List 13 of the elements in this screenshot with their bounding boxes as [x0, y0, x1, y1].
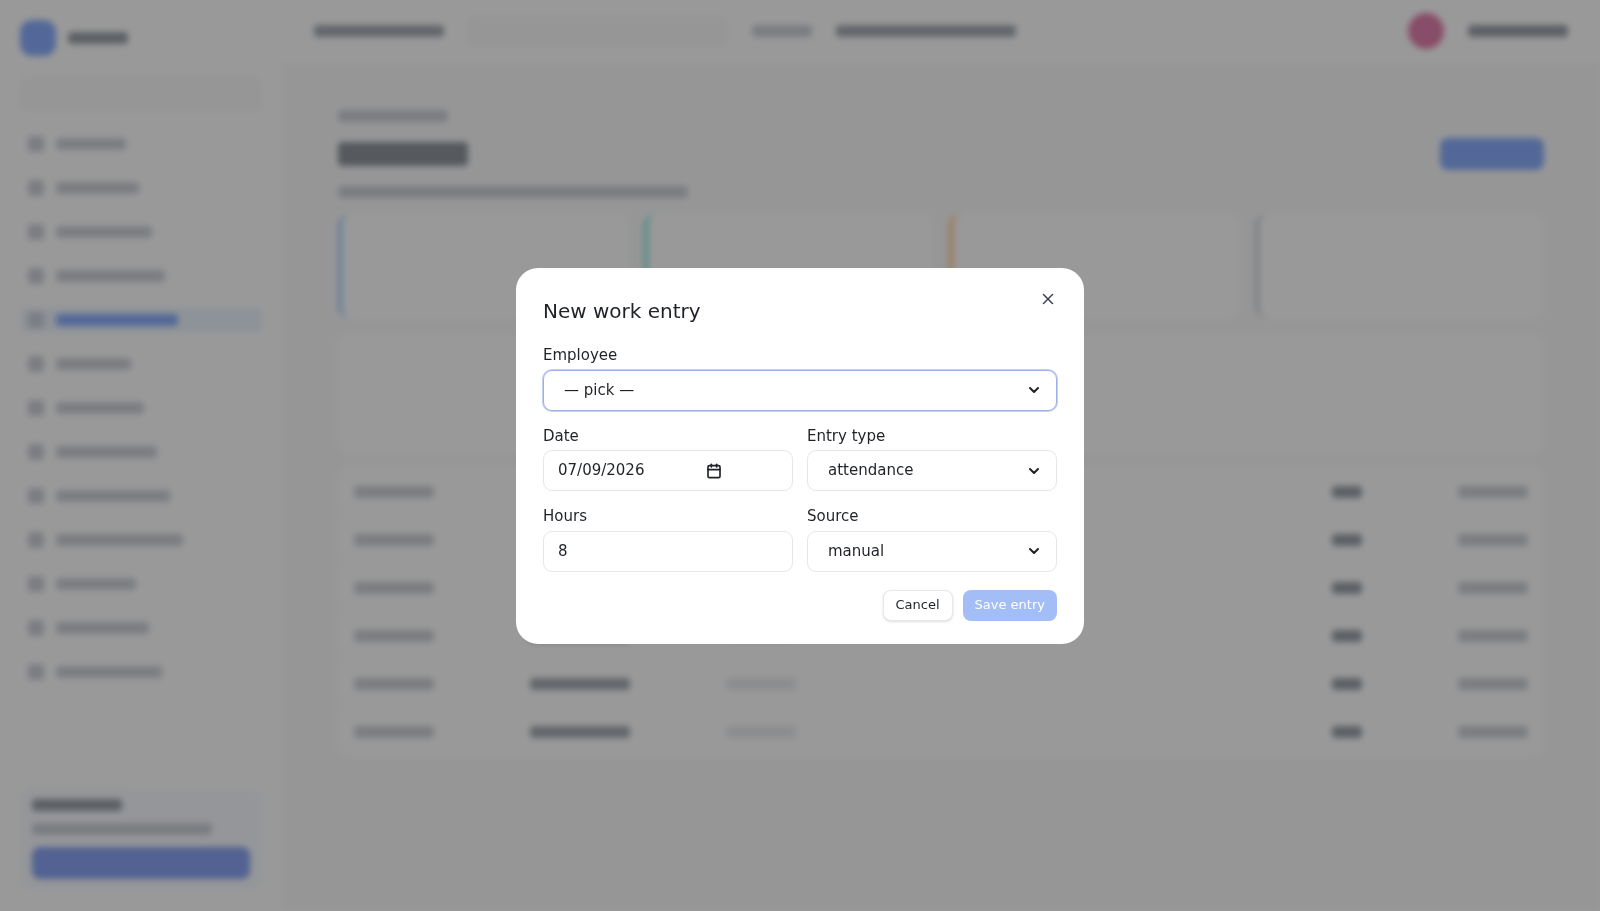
select-field[interactable]: — pick — — [543, 369, 1057, 411]
field-label: Entry type — [807, 425, 887, 447]
select-field[interactable]: attendance — [807, 450, 1057, 491]
field-label: Source — [807, 506, 860, 527]
input-field[interactable]: 8 — [543, 530, 793, 572]
field-label: Employee — [543, 345, 619, 366]
cancel-button[interactable]: Cancel — [882, 589, 953, 621]
select-field[interactable]: manual — [807, 530, 1057, 572]
date-field[interactable]: 07/09/2026 — [543, 450, 793, 491]
field-label: Date — [543, 425, 580, 447]
field-label: Hours — [543, 506, 588, 527]
dialog-title: New work entry — [543, 298, 701, 325]
calendar-icon — [706, 462, 723, 479]
